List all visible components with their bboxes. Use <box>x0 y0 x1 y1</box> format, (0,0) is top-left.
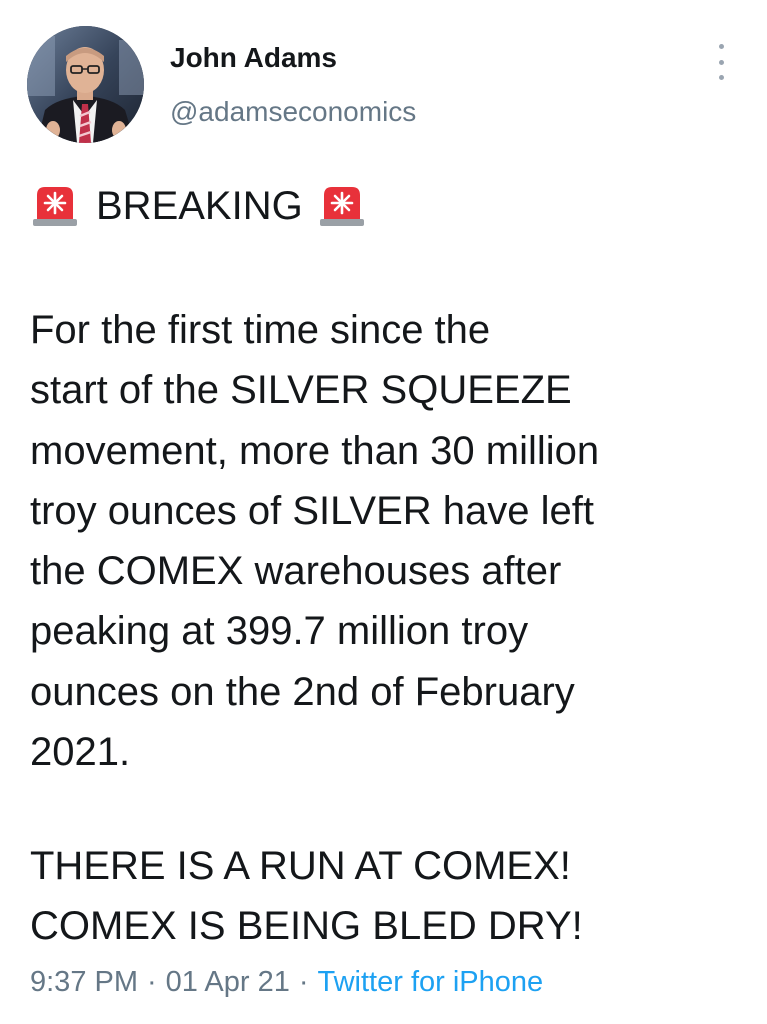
tweet-date[interactable]: 01 Apr 21 <box>166 966 290 999</box>
tweet-body-line: troy ounces of SILVER have left <box>30 488 595 533</box>
tweet-body-line: 2021. <box>30 730 131 775</box>
tweet-closing: THERE IS A RUN AT COMEX! COMEX IS BEING … <box>30 836 745 957</box>
tweet-time[interactable]: 9:37 PM <box>30 966 138 999</box>
meta-separator: · <box>147 966 157 998</box>
tweet-body-line: the COMEX warehouses after <box>30 549 562 594</box>
tweet-body-line: movement, more than 30 million <box>30 428 600 473</box>
breaking-headline: BREAKING <box>30 180 367 232</box>
tweet-body: For the first time since the start of th… <box>30 300 745 782</box>
author-name[interactable]: John Adams <box>170 42 337 74</box>
police-siren-icon <box>33 187 77 226</box>
tweet-closing-line: THERE IS A RUN AT COMEX! <box>30 844 571 888</box>
tweet-card: John Adams @adamseconomics BREAKING For … <box>0 0 767 1024</box>
author-handle[interactable]: @adamseconomics <box>170 96 416 128</box>
tweet-body-line: For the first time since the <box>30 308 491 352</box>
avatar-photo <box>27 26 144 143</box>
police-siren-icon <box>319 187 364 226</box>
more-options-icon[interactable] <box>711 44 731 80</box>
tweet-closing-line: COMEX IS BEING BLED DRY! <box>30 904 583 949</box>
tweet-body-line: start of the SILVER SQUEEZE <box>30 368 572 413</box>
avatar[interactable] <box>27 26 144 143</box>
tweet-body-line: ounces on the 2nd of February <box>30 669 575 714</box>
headline-text: BREAKING <box>96 184 303 228</box>
tweet-body-line: peaking at 399.7 million troy <box>30 609 529 654</box>
tweet-meta: 9:37 PM · 01 Apr 21 · Twitter for iPhone <box>30 966 543 999</box>
tweet-source-link[interactable]: Twitter for iPhone <box>318 966 544 999</box>
meta-separator: · <box>298 966 309 998</box>
